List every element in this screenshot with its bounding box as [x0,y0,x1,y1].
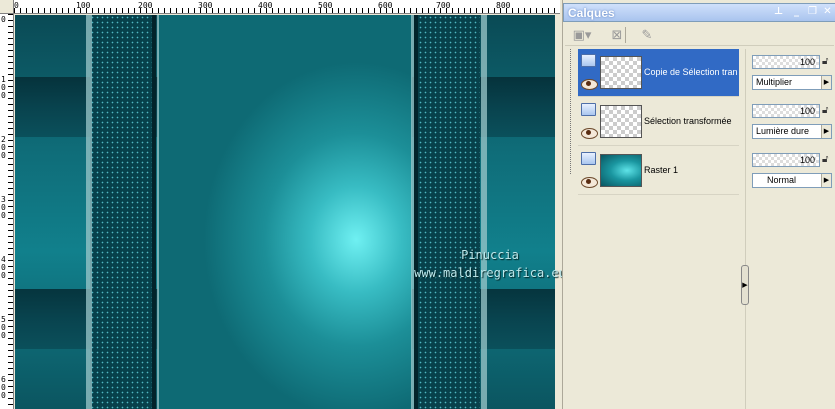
watermark-author: Pinuccia [461,248,519,262]
layer-props-row: 100 🔓︎ Lumière dure ▶ [752,102,835,150]
properties-icon[interactable]: ✎ [637,26,657,44]
eye-icon[interactable] [581,128,598,139]
lock-icon[interactable]: 🔓︎ [822,56,832,68]
ruler-left-label: 4 0 0 [1,255,6,280]
dropdown-arrow-icon[interactable]: ▶ [821,76,831,89]
opacity-value: 100 [799,57,815,67]
ruler-ticks [14,8,560,13]
blend-mode-select[interactable]: Lumière dure ▶ [752,124,832,139]
opacity-slider[interactable]: 100 [752,55,820,69]
ruler-corner [0,0,14,14]
layer-properties: 100 🔓︎ Multiplier ▶ 100 🔓︎ Lumière dure … [752,53,835,203]
palette-title: Calques [568,6,615,20]
lock-icon[interactable]: 🔓︎ [822,154,832,166]
ruler-left-label: 0 [1,15,6,24]
eye-icon[interactable] [581,79,598,90]
blend-mode-select[interactable]: Multiplier ▶ [752,75,832,90]
lock-icon[interactable]: 🔓︎ [822,105,832,117]
canvas-area: 0 100 200 300 400 500 600 700 800 0 1 0 … [0,0,566,409]
light-edge-bar [86,15,92,409]
blend-mode-value: Multiplier [756,77,793,87]
layer-row[interactable]: Sélection transformée [578,98,739,146]
layer-tree-line [570,49,578,174]
restore-icon[interactable]: ❐ [806,6,819,19]
close-icon[interactable]: ✕ [821,6,834,19]
eye-icon[interactable] [581,177,598,188]
ruler-ticks [8,14,13,409]
center-panel [158,15,412,409]
palette-title-bar[interactable]: Calques ⊥ _ ❐ ✕ [563,3,835,22]
blend-mode-value: Lumière dure [756,126,810,136]
layer-row[interactable]: Raster 1 [578,147,739,195]
pin-icon[interactable]: ⊥ [772,6,785,19]
ruler-left-label: 6 0 0 [1,375,6,400]
minimize-icon[interactable]: _ [790,6,803,19]
palette-divider [745,49,746,409]
ruler-left: 0 1 0 0 2 0 0 3 0 0 4 0 0 5 0 0 6 0 0 [0,14,14,409]
opacity-slider[interactable]: 100 [752,153,820,167]
layer-name: Copie de Sélection tran [644,67,738,77]
panel-border [157,15,159,409]
ruler-left-label: 5 0 0 [1,315,6,340]
blend-mode-select[interactable]: Normal ▶ [752,173,832,188]
dropdown-arrow-icon[interactable]: ▶ [821,125,831,138]
raster-layer-icon[interactable] [581,103,596,116]
layer-thumbnail [600,56,642,89]
layer-props-row: 100 🔓︎ Multiplier ▶ [752,53,835,101]
layer-name: Raster 1 [644,165,679,175]
layer-name: Sélection transformée [644,116,732,126]
light-edge-bar [481,15,487,409]
raster-layer-icon[interactable] [581,54,596,67]
collapse-handle[interactable]: ▶ [741,265,749,305]
palette-toolbar: ▣▾ ⊠ ✎ [565,24,834,46]
dark-edge-bar [152,15,156,409]
layer-thumbnail [600,154,642,187]
layer-props-row: 100 🔓︎ Normal ▶ [752,151,835,199]
ruler-left-label: 3 0 0 [1,195,6,220]
opacity-value: 100 [799,106,815,116]
watermark-url: www.maldiregrafica.eu [414,266,566,280]
ruler-left-label: 1 0 0 [1,75,6,100]
ruler-top: 0 100 200 300 400 500 600 700 800 [14,0,560,14]
dotted-stripe [418,15,480,409]
new-layer-icon[interactable]: ▣▾ [568,26,596,44]
image-canvas[interactable] [15,15,555,409]
opacity-value: 100 [799,155,815,165]
opacity-slider[interactable]: 100 [752,104,820,118]
raster-layer-icon[interactable] [581,152,596,165]
layers-list: Copie de Sélection tran Sélection transf… [578,49,740,199]
layer-row[interactable]: Copie de Sélection tran [578,49,739,97]
blend-mode-value: Normal [767,175,797,185]
layer-thumbnail [600,105,642,138]
ruler-left-label: 2 0 0 [1,135,6,160]
panel-border [411,15,414,409]
toolbar-separator [625,27,626,43]
watermark: Pinuccia www.maldiregrafica.eu [390,246,590,282]
dotted-stripe [90,15,152,409]
delete-layer-icon[interactable]: ⊠ [607,26,627,44]
dark-edge-bar [414,15,418,409]
dropdown-arrow-icon[interactable]: ▶ [821,174,831,187]
